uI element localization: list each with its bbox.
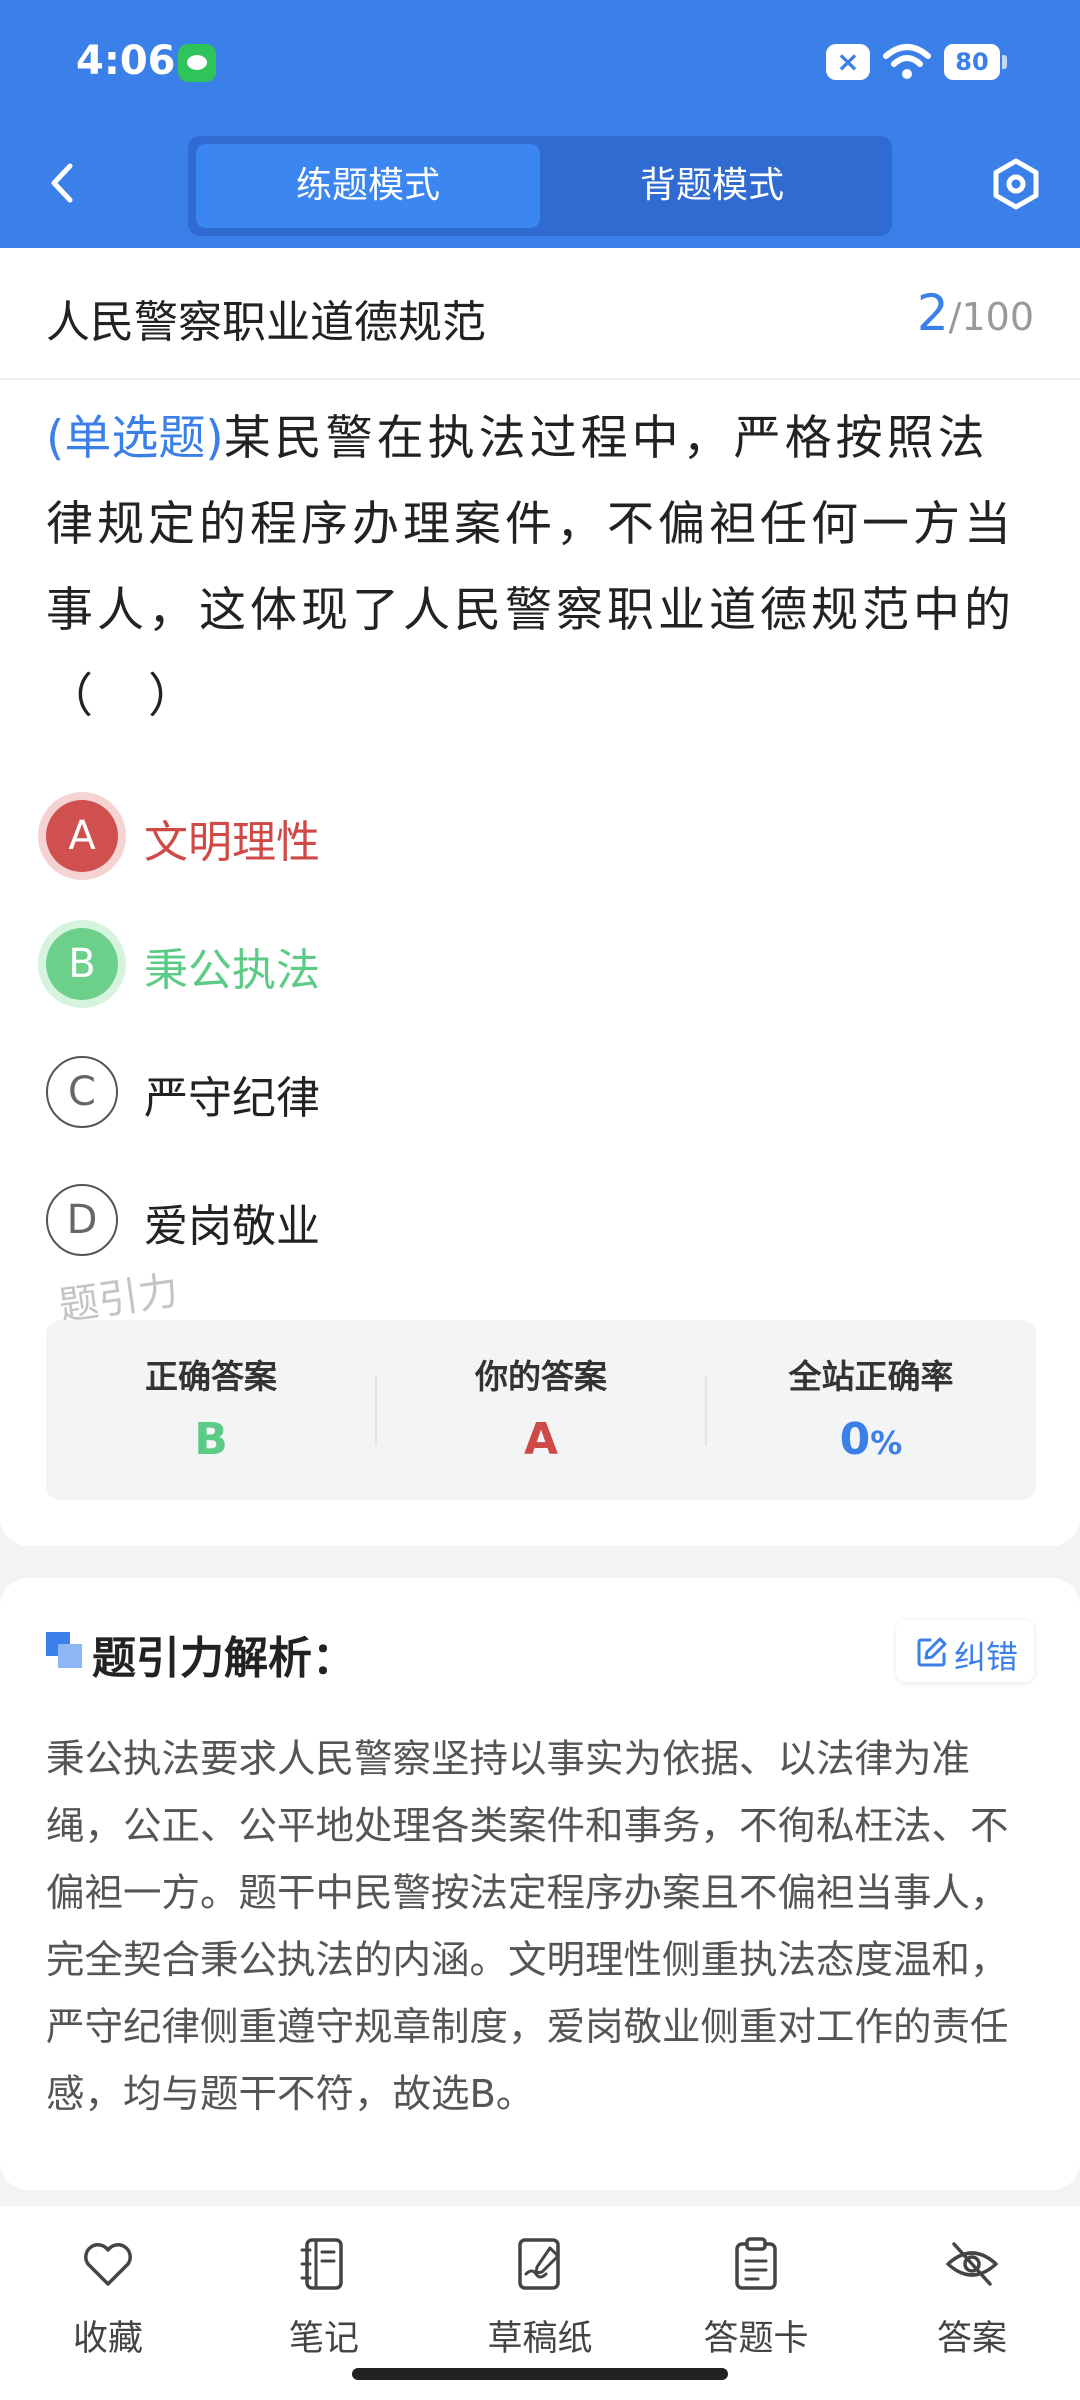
notes-label: 笔记 [288,2319,359,2359]
option-letter: B [46,928,118,1000]
favorite-label: 收藏 [72,2319,143,2359]
correct-answer-cell: 正确答案 B [46,1320,376,1500]
tab-practice-mode[interactable]: 练题模式 [196,144,540,228]
analysis-section-icon [46,1632,82,1668]
scratch-paper-label: 草稿纸 [487,2319,593,2359]
eye-off-icon [946,2242,998,2286]
option-c[interactable]: C 严守纪律 [46,1052,946,1132]
question-type-label: (单选题) [46,411,224,466]
notebook-icon [300,2238,343,2290]
option-letter: C [46,1056,118,1128]
edit-icon [917,1637,947,1667]
wifi-icon [883,44,931,79]
question-card: 人民警察职业道德规范 2/100 (单选题)某民警在执法过程中，严格按照法律规定… [0,248,1080,1546]
accuracy-unit: % [870,1424,903,1462]
option-b[interactable]: B 秉公执法 [46,924,946,1004]
favorite-button[interactable]: 收藏 [28,2228,188,2359]
option-text: 爱岗敬业 [144,1201,320,1252]
report-error-label: 纠错 [954,1638,1019,1676]
quiz-title-row: 人民警察职业道德规范 2/100 [0,248,1080,380]
option-letter: A [46,800,118,872]
show-answer-label: 答案 [936,2319,1007,2359]
accuracy-label: 全站正确率 [788,1357,954,1396]
mode-switch: 练题模式 背题模式 [188,136,892,236]
settings-icon[interactable] [990,158,1042,210]
tab-memorize-mode[interactable]: 背题模式 [540,144,884,228]
analysis-card: 题引力解析： 纠错 秉公执法要求人民警察坚持以事实为依据、以法律为准绳，公正、公… [0,1578,1080,2190]
your-answer-label: 你的答案 [475,1357,607,1396]
option-letter: D [46,1184,118,1256]
clipboard-icon [735,2237,777,2290]
accuracy-number: 0 [839,1414,871,1465]
your-answer-cell: 你的答案 A [376,1320,706,1500]
analysis-text: 秉公执法要求人民警察坚持以事实为依据、以法律为准绳，公正、公平地处理各类案件和事… [46,1737,1009,2117]
correct-answer-label: 正确答案 [145,1357,277,1396]
answer-sheet-button[interactable]: 答题卡 [676,2228,836,2359]
question-stem: (单选题)某民警在执法过程中，严格按照法律规定的程序办理案件，不偏袒任何一方当事… [46,396,1036,740]
show-answer-button[interactable]: 答案 [892,2228,1052,2359]
mute-icon: × [826,44,870,80]
status-time: 4:06 [76,38,176,84]
top-header: 4:06 × 80 练题模式 背题模式 [0,0,1080,248]
option-d[interactable]: D 爱岗敬业 [46,1180,946,1260]
status-bar: 4:06 × 80 [0,0,1080,125]
option-text: 秉公执法 [144,945,320,996]
analysis-title: 题引力解析： [92,1633,356,1684]
option-a[interactable]: A 文明理性 [46,796,946,876]
option-text: 严守纪律 [144,1073,320,1124]
home-indicator[interactable] [352,2368,728,2380]
option-text: 文明理性 [144,817,320,868]
question-counter: 2/100 [917,284,1034,342]
current-question-number: 2 [916,284,949,342]
quiz-title: 人民警察职业道德规范 [46,297,486,348]
notes-button[interactable]: 笔记 [244,2228,404,2359]
scratch-paper-button[interactable]: 草稿纸 [460,2228,620,2359]
draft-icon [518,2238,560,2290]
answer-stats-panel: 正确答案 B 你的答案 A 全站正确率 0% [46,1320,1036,1500]
back-arrow-icon[interactable] [40,160,86,206]
accuracy-value: 0% [706,1414,1036,1465]
wechat-notification-icon [178,44,216,82]
report-error-button[interactable]: 纠错 [896,1620,1034,1682]
accuracy-cell: 全站正确率 0% [706,1320,1036,1500]
battery-icon: 80 [944,44,1007,80]
heart-icon [84,2243,132,2286]
total-questions: /100 [948,295,1034,339]
your-answer-value: A [523,1414,559,1465]
correct-answer-value: B [194,1414,228,1465]
answer-sheet-label: 答题卡 [703,2319,809,2359]
